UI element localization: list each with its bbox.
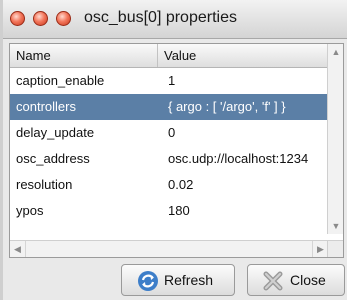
scroll-left-arrow-icon[interactable]: ◀ <box>10 241 26 257</box>
property-name: caption_enable <box>16 73 105 88</box>
close-button[interactable]: Close <box>247 264 345 296</box>
window-title: osc_bus[0] properties <box>84 9 237 26</box>
table-row[interactable]: caption_enable 1 <box>10 68 328 94</box>
property-name: delay_update <box>16 125 95 140</box>
property-value[interactable]: 0 <box>168 120 326 146</box>
table-row[interactable]: resolution 0.02 <box>10 172 328 198</box>
table-row[interactable]: ypos 180 <box>10 198 328 224</box>
refresh-icon <box>138 271 158 291</box>
close-x-icon <box>263 271 283 291</box>
horizontal-scrollbar[interactable]: ◀ ▶ <box>10 240 328 257</box>
property-name: ypos <box>16 203 44 218</box>
property-name: controllers <box>16 99 76 114</box>
property-value[interactable]: { argo : [ '/argo', 'f' ] } <box>168 94 326 120</box>
properties-table: Name Value caption_enable 1 controllers … <box>9 43 344 258</box>
property-value[interactable]: 1 <box>168 68 326 94</box>
property-name: resolution <box>16 177 73 192</box>
title-bar[interactable]: osc_bus[0] properties <box>3 0 347 39</box>
scroll-down-arrow-icon[interactable]: ▼ <box>328 218 343 234</box>
scrollbar-corner <box>327 240 343 257</box>
close-button-label: Close <box>290 272 326 288</box>
property-name: osc_address <box>16 151 90 166</box>
refresh-button[interactable]: Refresh <box>121 264 235 296</box>
column-header-value[interactable]: Value <box>158 44 328 67</box>
column-header-name[interactable]: Name <box>10 44 158 67</box>
zoom-window-button[interactable] <box>56 11 71 26</box>
property-value[interactable]: osc.udp://localhost:1234 <box>168 146 326 172</box>
table-body: caption_enable 1 controllers { argo : [ … <box>10 68 328 224</box>
table-row[interactable]: delay_update 0 <box>10 120 328 146</box>
table-header: Name Value <box>10 44 328 68</box>
property-value[interactable]: 180 <box>168 198 326 224</box>
refresh-button-label: Refresh <box>164 272 214 288</box>
vertical-scrollbar[interactable]: ▲ ▼ <box>327 44 343 234</box>
scroll-right-arrow-icon[interactable]: ▶ <box>312 241 328 257</box>
table-row[interactable]: osc_address osc.udp://localhost:1234 <box>10 146 328 172</box>
close-window-button[interactable] <box>10 11 25 26</box>
properties-window: osc_bus[0] properties Name Value caption… <box>3 0 347 300</box>
scroll-up-arrow-icon[interactable]: ▲ <box>328 44 343 60</box>
minimize-window-button[interactable] <box>33 11 48 26</box>
property-value[interactable]: 0.02 <box>168 172 326 198</box>
table-row-selected[interactable]: controllers { argo : [ '/argo', 'f' ] } <box>10 94 328 120</box>
